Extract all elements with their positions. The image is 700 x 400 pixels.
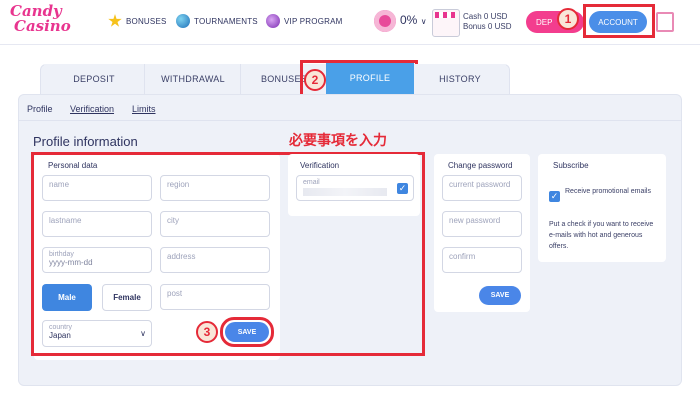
balance-amounts: Cash 0 USD Bonus 0 USD xyxy=(463,12,512,31)
city-field[interactable]: city xyxy=(160,211,270,237)
subnav-verification[interactable]: Verification xyxy=(70,104,114,114)
new-password-field[interactable]: new password xyxy=(442,211,522,237)
nav-tournaments[interactable]: TOURNAMENTS xyxy=(176,12,258,30)
shop-icon xyxy=(432,9,460,37)
vip-icon xyxy=(266,14,280,28)
post-field[interactable]: post xyxy=(160,284,270,310)
lastname-field[interactable]: lastname xyxy=(42,211,152,237)
step-badge-1: 1 xyxy=(557,8,579,30)
page-title: Profile information xyxy=(33,134,138,149)
email-field[interactable]: email ✓ xyxy=(296,175,414,201)
name-field[interactable]: name xyxy=(42,175,152,201)
female-button[interactable]: Female xyxy=(102,284,152,311)
tab-deposit[interactable]: DEPOSIT xyxy=(44,64,144,94)
nav-vip-program[interactable]: VIP PROGRAM xyxy=(266,12,343,30)
male-button[interactable]: Male xyxy=(42,284,92,311)
verified-check-icon: ✓ xyxy=(397,183,408,194)
tab-withdrawal[interactable]: WITHDRAWAL xyxy=(144,64,241,94)
casino-logo[interactable]: Candy Casino xyxy=(10,4,71,38)
globe-icon xyxy=(176,14,190,28)
save-personal-button[interactable]: SAVE xyxy=(225,322,269,342)
email-value-blurred xyxy=(303,188,387,196)
subscribe-note: Put a check if you want to receive e-mai… xyxy=(549,221,654,250)
divider xyxy=(18,120,682,121)
verification-title: Verification xyxy=(300,161,340,170)
subscribe-title: Subscribe xyxy=(553,161,589,170)
tab-history[interactable]: HISTORY xyxy=(414,64,506,94)
top-header: Candy Casino BONUSES TOURNAMENTS VIP PRO… xyxy=(0,0,700,45)
step-badge-3: 3 xyxy=(196,321,218,343)
star-icon xyxy=(108,14,122,27)
step-badge-2: 2 xyxy=(304,69,326,91)
change-password-title: Change password xyxy=(448,161,513,170)
account-button[interactable]: ACCOUNT xyxy=(589,11,647,33)
save-password-button[interactable]: SAVE xyxy=(479,286,521,305)
donut-icon xyxy=(374,10,396,32)
promo-emails-label: Receive promotional emails xyxy=(565,188,651,195)
current-password-field[interactable]: current password xyxy=(442,175,522,201)
subnav-limits[interactable]: Limits xyxy=(132,104,156,114)
balance-percent[interactable]: 0% ∨ xyxy=(400,13,427,27)
region-field[interactable]: region xyxy=(160,175,270,201)
nav-bonuses[interactable]: BONUSES xyxy=(108,12,167,30)
address-field[interactable]: address xyxy=(160,247,270,273)
chevron-down-icon: ∨ xyxy=(420,17,427,26)
confirm-password-field[interactable]: confirm xyxy=(442,247,522,273)
chevron-down-icon: ∨ xyxy=(140,329,146,338)
exit-icon[interactable] xyxy=(656,12,674,32)
promo-emails-checkbox[interactable]: ✓ xyxy=(549,191,560,202)
birthday-field[interactable]: birthday yyyy-mm-dd xyxy=(42,247,152,273)
annotation-label: 必要事項を入力 xyxy=(289,132,387,148)
country-select[interactable]: country Japan ∨ xyxy=(42,320,152,347)
personal-data-title: Personal data xyxy=(48,161,98,170)
subnav-profile[interactable]: Profile xyxy=(27,104,53,114)
